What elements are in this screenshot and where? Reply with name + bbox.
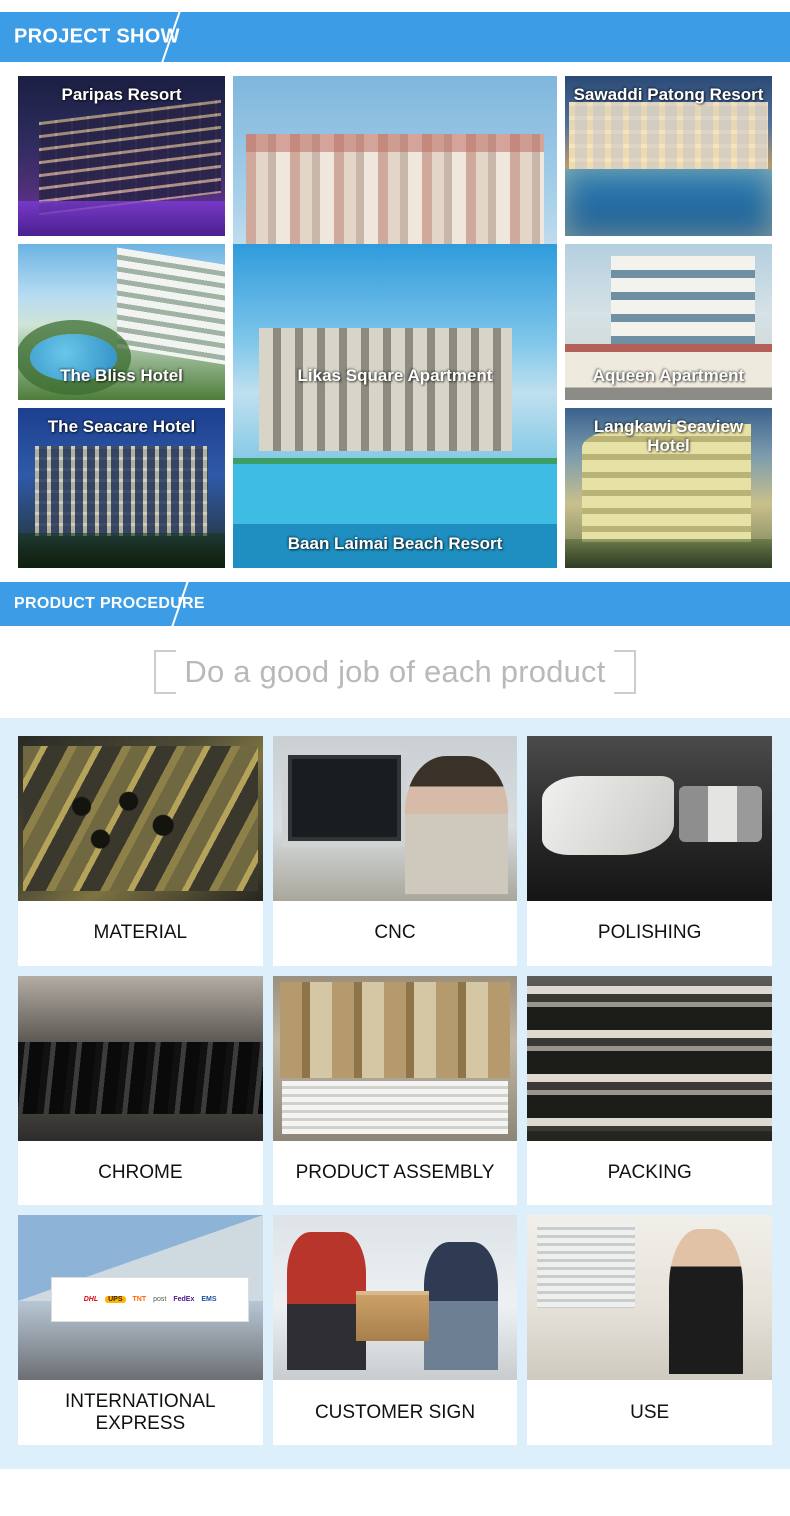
procedure-label: USE [630, 1401, 670, 1423]
project-show-section: Paripas Resort Likas Square Apartment Sa… [0, 62, 790, 582]
tnt-logo-icon: TNT [132, 1295, 147, 1303]
project-show-banner-label: PROJECT SHOW [14, 25, 180, 48]
project-tile-seacare[interactable]: The Seacare Hotel [18, 408, 225, 568]
product-procedure-banner-inner: PRODUCT PROCEDURE [0, 582, 790, 626]
project-tile-caption: The Bliss Hotel [60, 366, 183, 386]
procedure-card-polishing[interactable]: POLISHING [527, 736, 772, 966]
project-tile-bliss[interactable]: The Bliss Hotel [18, 244, 225, 400]
cnc-image [272, 736, 518, 901]
dhl-logo-icon: DHL [83, 1295, 99, 1303]
procedure-photo-product-assembly [272, 975, 518, 1141]
procedure-card-customer-sign[interactable]: CUSTOMER SIGN [272, 1215, 518, 1445]
fedex-logo-icon: FedEx [173, 1295, 195, 1303]
project-show-banner: PROJECT SHOW [0, 12, 790, 62]
procedure-photo-packing [527, 975, 772, 1141]
procedure-card-cnc[interactable]: CNC [272, 736, 518, 966]
project-tile-aqueen[interactable]: Aqueen Apartment [565, 244, 772, 400]
project-tile-caption: Paripas Resort [61, 85, 182, 104]
procedure-photo-chrome [18, 975, 263, 1141]
procedure-photo-use [527, 1215, 772, 1381]
procedure-label: MATERIAL [93, 922, 188, 944]
post-logo-icon: post [153, 1295, 167, 1303]
product-procedure-section: MATERIAL CNC POLISHING CHROME PRODUCT AS [0, 718, 790, 1469]
project-photo-baan-laimai [233, 244, 557, 568]
project-tile-paripas[interactable]: Paripas Resort [18, 76, 225, 236]
carrier-logo-strip: DHL UPS TNT post FedEx EMS [52, 1278, 248, 1321]
slogan-text-wrapper: Do a good job of each product [154, 650, 636, 694]
procedure-photo-material [18, 736, 263, 901]
product-procedure-banner: PRODUCT PROCEDURE [0, 582, 790, 626]
procedure-label: CHROME [98, 1162, 183, 1184]
material-image [18, 736, 263, 901]
project-tile-caption: Sawaddi Patong Resort [573, 85, 764, 104]
procedure-label: PACKING [607, 1162, 692, 1184]
polishing-image [527, 736, 772, 901]
ems-logo-icon: EMS [201, 1295, 217, 1303]
product-assembly-image [272, 975, 518, 1141]
bracket-right-icon [613, 650, 636, 694]
ups-logo-icon: UPS [105, 1295, 126, 1303]
procedure-card-international-express[interactable]: DHL UPS TNT post FedEx EMS INTERNATIONAL… [18, 1215, 263, 1445]
procedure-card-packing[interactable]: PACKING [527, 975, 772, 1206]
use-image [527, 1215, 772, 1381]
project-tile-caption: Langkawi Seaview Hotel [593, 417, 744, 455]
packing-image [527, 975, 772, 1141]
procedure-card-chrome[interactable]: CHROME [18, 975, 263, 1206]
slogan-text: Do a good job of each product [184, 654, 606, 689]
procedure-photo-customer-sign [272, 1215, 518, 1381]
project-tile-baan-laimai[interactable]: Baan Laimai Beach Resort [233, 244, 557, 568]
project-tile-caption: Baan Laimai Beach Resort [287, 534, 503, 554]
product-procedure-grid: MATERIAL CNC POLISHING CHROME PRODUCT AS [18, 736, 772, 1445]
project-show-grid: Paripas Resort Likas Square Apartment Sa… [18, 76, 772, 568]
package-box-icon [355, 1291, 430, 1341]
procedure-photo-cnc [272, 736, 518, 901]
procedure-label: POLISHING [597, 922, 702, 944]
procedure-label: CNC [374, 922, 416, 944]
procedure-label: INTERNATIONAL EXPRESS [65, 1390, 216, 1434]
bracket-left-icon [154, 650, 177, 694]
procedure-card-product-assembly[interactable]: PRODUCT ASSEMBLY [272, 975, 518, 1206]
procedure-photo-international-express: DHL UPS TNT post FedEx EMS [18, 1215, 263, 1381]
project-tile-langkawi[interactable]: Langkawi Seaview Hotel [565, 408, 772, 568]
project-tile-sawaddi[interactable]: Sawaddi Patong Resort [565, 76, 772, 236]
project-show-banner-inner: PROJECT SHOW [0, 12, 790, 62]
procedure-label: CUSTOMER SIGN [314, 1401, 476, 1423]
project-tile-caption: Aqueen Apartment [592, 366, 745, 386]
chrome-image [18, 975, 263, 1141]
procedure-card-use[interactable]: USE [527, 1215, 772, 1445]
slogan-container: Do a good job of each product [0, 626, 790, 718]
project-tile-caption: The Seacare Hotel [47, 417, 196, 436]
project-tile-caption: Likas Square Apartment [297, 366, 493, 386]
procedure-label: PRODUCT ASSEMBLY [295, 1162, 495, 1184]
procedure-card-material[interactable]: MATERIAL [18, 736, 263, 966]
procedure-photo-polishing [527, 736, 772, 901]
